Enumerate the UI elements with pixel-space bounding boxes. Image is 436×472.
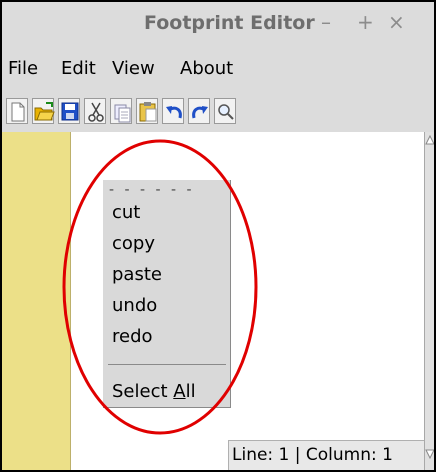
status-bar: Line: 1 | Column: 1 [228, 440, 424, 470]
search-button[interactable] [214, 98, 236, 124]
menu-bar: File Edit View About [2, 54, 434, 88]
select-all-label-pre: Select [112, 381, 174, 402]
minimize-button[interactable]: – [321, 10, 331, 34]
copy-button[interactable] [110, 98, 132, 124]
toolbar [2, 96, 434, 130]
menu-view[interactable]: View [112, 58, 155, 79]
paste-icon [139, 102, 157, 122]
copy-icon [114, 104, 131, 123]
redo-button[interactable] [188, 98, 210, 124]
cut-icon [88, 102, 104, 122]
select-all-label-post: ll [185, 381, 196, 402]
context-item-select-all[interactable]: Select All [112, 381, 196, 402]
app-window: Footprint Editor – + × File Edit View Ab… [0, 0, 436, 472]
context-menu: - - - - - - cut copy paste undo redo Sel… [103, 180, 231, 408]
vertical-scrollbar[interactable] [424, 132, 434, 470]
context-item-copy[interactable]: copy [112, 233, 155, 254]
menu-about[interactable]: About [180, 58, 233, 79]
undo-button[interactable] [162, 98, 184, 124]
save-icon [61, 102, 79, 121]
context-item-paste[interactable]: paste [112, 264, 162, 285]
scrollbar-arrows [425, 134, 434, 460]
context-item-redo[interactable]: redo [112, 326, 153, 347]
new-file-button[interactable] [6, 98, 28, 124]
title-bar: Footprint Editor – + × [2, 2, 434, 48]
window-title: Footprint Editor [144, 12, 315, 34]
context-item-undo[interactable]: undo [112, 295, 157, 316]
line-number-gutter [2, 132, 71, 470]
paste-button[interactable] [136, 98, 158, 124]
tearoff-line[interactable]: - - - - - - [109, 182, 195, 198]
redo-icon [192, 106, 208, 119]
save-button[interactable] [58, 98, 80, 124]
search-icon [218, 104, 234, 120]
new-file-icon [11, 102, 25, 122]
menu-file[interactable]: File [8, 58, 38, 79]
cut-button[interactable] [84, 98, 106, 124]
menu-edit[interactable]: Edit [61, 58, 96, 79]
select-all-mnemonic: A [173, 381, 186, 402]
open-button[interactable] [32, 98, 55, 124]
maximize-button[interactable]: + [357, 10, 374, 34]
close-button[interactable]: × [388, 10, 405, 34]
menu-separator [108, 364, 226, 365]
context-item-cut[interactable]: cut [112, 202, 140, 223]
undo-icon [166, 106, 182, 119]
open-folder-icon [34, 102, 55, 121]
